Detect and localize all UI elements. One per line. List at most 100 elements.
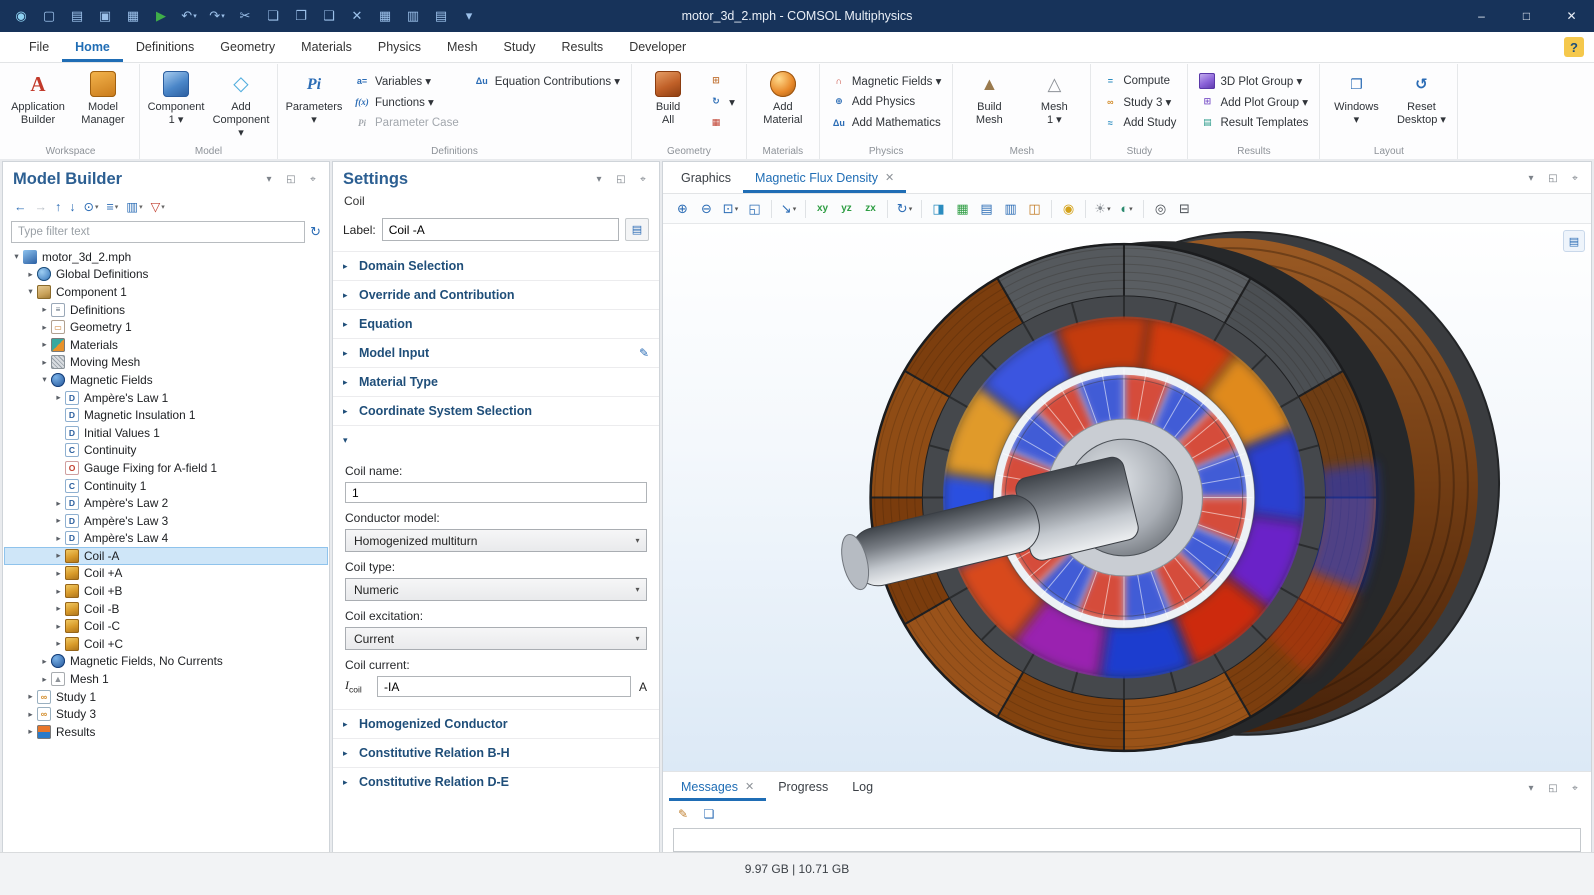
save-as-icon[interactable]: ▦ — [120, 3, 146, 29]
tree-item-continuity[interactable]: CContinuity — [4, 442, 328, 460]
expand-section-icon[interactable]: ▸ — [343, 777, 352, 788]
messages-panel-menu-icon[interactable]: ▾ — [1523, 780, 1539, 796]
paste-icon[interactable]: ❐ — [288, 3, 314, 29]
menu-tab-definitions[interactable]: Definitions — [123, 32, 207, 62]
messages-panel-float-icon[interactable]: ◱ — [1545, 780, 1561, 796]
node-label-display-icon[interactable]: ≡▾ — [104, 197, 122, 217]
messages-tab-progress[interactable]: Progress — [766, 772, 840, 801]
section-model-input[interactable]: ▸Model Input✎ — [333, 338, 659, 367]
zoom-extents-icon[interactable]: ◱ — [743, 198, 766, 220]
result-templates-button[interactable]: ▤Result Templates — [1193, 112, 1314, 133]
section-coordinate-system-selection[interactable]: ▸Coordinate System Selection — [333, 396, 659, 425]
expand-section-icon[interactable]: ▸ — [343, 319, 352, 330]
customize-toolbar-icon[interactable]: ▾ — [456, 3, 482, 29]
close-messages-tab-icon[interactable]: ✕ — [745, 780, 754, 793]
filter-tree-icon[interactable]: ▽▾ — [148, 197, 168, 217]
expand-arrow-icon[interactable]: ▸ — [24, 269, 37, 280]
add-study-button[interactable]: ≈Add Study — [1096, 112, 1182, 133]
model-builder-panel-menu-icon[interactable]: ▾ — [261, 171, 277, 187]
expand-section-icon[interactable]: ▸ — [343, 406, 352, 417]
delete-icon[interactable]: ✕ — [344, 3, 370, 29]
expand-arrow-icon[interactable]: ▸ — [52, 550, 65, 561]
minimize-button[interactable]: – — [1459, 0, 1504, 32]
go-forward-icon[interactable]: → — [32, 197, 51, 217]
section-undefined[interactable]: ▾ — [333, 425, 659, 454]
filter-input[interactable] — [11, 221, 305, 243]
view-zx-icon[interactable]: zx — [859, 198, 882, 220]
move-up-icon[interactable]: ↑ — [52, 197, 64, 217]
expand-arrow-icon[interactable]: ▸ — [24, 691, 37, 702]
expand-arrow-icon[interactable]: ▸ — [52, 392, 65, 403]
expand-arrow-icon[interactable]: ▸ — [52, 515, 65, 526]
go-to-default-view-icon[interactable]: ↘▾ — [777, 198, 800, 220]
help-button[interactable]: ? — [1564, 37, 1584, 57]
graphics-tab-graphics[interactable]: Graphics — [669, 162, 743, 193]
expand-arrow-icon[interactable]: ▸ — [52, 568, 65, 579]
expand-arrow-icon[interactable]: ▸ — [38, 357, 51, 368]
refresh-tree-icon[interactable]: ↻ — [310, 224, 321, 240]
comsol-logo-icon[interactable]: ◉ — [8, 3, 34, 29]
model-builder-panel-float-icon[interactable]: ◱ — [283, 171, 299, 187]
tree-item-study-3[interactable]: ▸∞Study 3 — [4, 705, 328, 723]
add-mathematics-button[interactable]: ΔuAdd Mathematics — [825, 112, 948, 133]
tree-item-coil-c[interactable]: ▸Coil +C — [4, 635, 328, 653]
mesh-1-button[interactable]: △Mesh1 ▾ — [1023, 66, 1085, 127]
build-mesh-button[interactable]: ▲BuildMesh — [958, 66, 1020, 127]
tree-item-definitions[interactable]: ▸≡Definitions — [4, 301, 328, 319]
graphics-panel-pin-icon[interactable]: ⌖ — [1567, 170, 1583, 186]
copy-icon[interactable]: ❏ — [260, 3, 286, 29]
view-yz-icon[interactable]: yz — [835, 198, 858, 220]
edit-table-icon[interactable]: ▦ — [372, 3, 398, 29]
reset-desktop-button[interactable]: ↺ResetDesktop ▾ — [1390, 66, 1452, 127]
color-legend-icon[interactable]: ▤ — [1563, 230, 1585, 252]
section-constitutive-relation-b-h[interactable]: ▸Constitutive Relation B-H — [333, 738, 659, 767]
tree-item-mesh-1[interactable]: ▸▲Mesh 1 — [4, 670, 328, 688]
model-tree-columns-icon[interactable]: ▥▾ — [123, 197, 145, 217]
cut-icon[interactable]: ✂ — [232, 3, 258, 29]
model-manager-button[interactable]: ModelManager — [72, 66, 134, 127]
close-magnetic-flux-density-tab-icon[interactable]: ✕ — [885, 171, 894, 184]
expand-arrow-icon[interactable]: ▸ — [24, 709, 37, 720]
snapshot-icon[interactable]: ◎ — [1149, 198, 1172, 220]
tree-item-motor-3d-2-mph[interactable]: ▾motor_3d_2.mph — [4, 248, 328, 266]
tree-item-continuity-1[interactable]: CContinuity 1 — [4, 477, 328, 495]
coil-excitation-select[interactable]: Current▾ — [345, 627, 647, 650]
messages-tab-log[interactable]: Log — [840, 772, 885, 801]
delete-sequence-button[interactable]: ▦ — [702, 112, 741, 133]
menu-tab-home[interactable]: Home — [62, 32, 123, 62]
open-file-icon[interactable]: ▤ — [64, 3, 90, 29]
undo-icon[interactable]: ↶▾ — [176, 3, 202, 29]
section-equation[interactable]: ▸Equation — [333, 309, 659, 338]
expand-section-icon[interactable]: ▸ — [343, 348, 352, 359]
expand-section-icon[interactable]: ▸ — [343, 719, 352, 730]
section-constitutive-relation-d-e[interactable]: ▸Constitutive Relation D-E — [333, 767, 659, 796]
print-icon[interactable]: ⊟ — [1173, 198, 1196, 220]
add-material-button[interactable]: AddMaterial — [752, 66, 814, 127]
tree-item-amp-re-s-law-4[interactable]: ▸DAmpère's Law 4 — [4, 530, 328, 548]
move-down-icon[interactable]: ↓ — [66, 197, 78, 217]
edit-model-input-icon[interactable]: ✎ — [639, 346, 649, 360]
duplicate-icon[interactable]: ❑ — [316, 3, 342, 29]
tree-item-global-definitions[interactable]: ▸Global Definitions — [4, 266, 328, 284]
expand-arrow-icon[interactable]: ▸ — [38, 656, 51, 667]
expand-arrow-icon[interactable]: ▸ — [52, 533, 65, 544]
build-all-button[interactable]: BuildAll — [637, 66, 699, 127]
run-icon[interactable]: ▶ — [148, 3, 174, 29]
maximize-button[interactable]: □ — [1504, 0, 1549, 32]
menu-tab-materials[interactable]: Materials — [288, 32, 365, 62]
menu-tab-physics[interactable]: Physics — [365, 32, 434, 62]
parameter-case-button[interactable]: PiParameter Case — [348, 112, 465, 133]
clear-log-icon[interactable]: ✎ — [673, 804, 693, 824]
tree-item-study-1[interactable]: ▸∞Study 1 — [4, 688, 328, 706]
table-search-icon[interactable]: ▤ — [428, 3, 454, 29]
functions-button[interactable]: f(x)Functions ▾ — [348, 91, 465, 112]
menu-tab-geometry[interactable]: Geometry — [207, 32, 288, 62]
zoom-icon[interactable]: ⊡▾ — [719, 198, 742, 220]
component-1-button[interactable]: Component1 ▾ — [145, 66, 207, 127]
insert-sequence-button[interactable]: ⊞ — [702, 70, 741, 91]
collapse-arrow-icon[interactable]: ▾ — [24, 286, 37, 297]
application-builder-button[interactable]: AApplicationBuilder — [7, 66, 69, 127]
graphics-panel-menu-icon[interactable]: ▾ — [1523, 170, 1539, 186]
transparency-icon[interactable]: ◨ — [927, 198, 950, 220]
show-name-icon[interactable]: ▤ — [625, 218, 649, 241]
